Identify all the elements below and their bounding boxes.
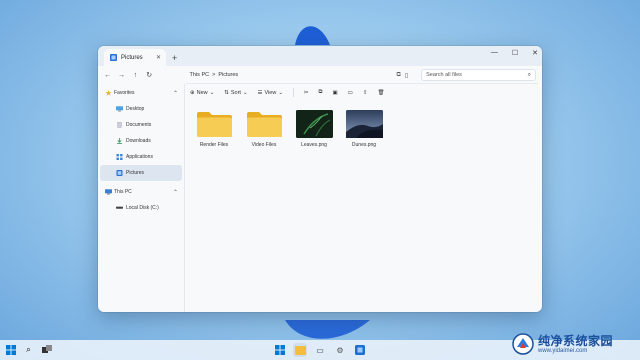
- watermark-title: 纯净系统家园: [538, 333, 614, 348]
- documents-icon: [117, 122, 122, 128]
- dunes-thumbnail: [345, 110, 383, 138]
- file-name: Leaves.png: [301, 142, 327, 148]
- command-bar: ⊕ New ⌄ ⇅ Sort ⌄ ☰ View ⌄ ✂ ⧉ ▣ ▭ ⇪ 🗑: [186, 83, 538, 101]
- new-icon: ⊕: [190, 89, 195, 96]
- maximize-button[interactable]: ☐: [512, 49, 518, 57]
- sidebar-item-label: Downloads: [126, 138, 151, 144]
- tab-label: Pictures: [121, 54, 143, 61]
- rename-icon[interactable]: ▭: [348, 90, 353, 96]
- copy-icon[interactable]: ⧉: [319, 89, 323, 96]
- view-label: View: [264, 89, 277, 96]
- sidebar-item-label: Desktop: [126, 106, 145, 112]
- sidebar-item-pictures[interactable]: Pictures: [100, 165, 182, 181]
- sidebar-item-local-disk[interactable]: Local Disk (C:): [98, 200, 184, 216]
- details-pane-icon[interactable]: ▯: [405, 72, 408, 79]
- sidebar-group-this-pc[interactable]: This PC ⌃: [98, 184, 184, 200]
- search-placeholder: Search all files: [426, 72, 462, 78]
- watermark-url: www.yidaimei.com: [538, 347, 588, 354]
- download-icon: [117, 138, 122, 144]
- sort-label: Sort: [230, 89, 241, 96]
- file-grid: Render Files Video Files Leaves.png Dune…: [190, 110, 542, 312]
- sidebar-divider: [184, 84, 185, 312]
- close-button[interactable]: ✕: [532, 49, 538, 57]
- chevron-up-icon[interactable]: ⌃: [173, 90, 178, 97]
- taskbar-windows-icon[interactable]: [273, 343, 287, 357]
- sidebar-item-label: Applications: [126, 154, 153, 160]
- sidebar-item-documents[interactable]: Documents: [98, 117, 184, 133]
- divider: [292, 88, 294, 97]
- new-button[interactable]: ⊕ New ⌄: [190, 90, 214, 96]
- up-button[interactable]: ↑: [132, 72, 139, 79]
- folder-icon: [246, 112, 282, 137]
- leaves-thumbnail: [295, 110, 333, 138]
- title-bar: Pictures ✕ + — ☐ ✕: [98, 46, 542, 66]
- new-tab-button[interactable]: +: [172, 53, 177, 63]
- task-view-icon[interactable]: [42, 345, 52, 355]
- paste-icon[interactable]: ▣: [332, 90, 337, 96]
- share-icon[interactable]: ⇪: [363, 90, 368, 96]
- sidebar-item-desktop[interactable]: Desktop: [98, 101, 184, 117]
- view-button[interactable]: ☰ View ⌄: [258, 90, 283, 96]
- file-item[interactable]: Leaves.png: [294, 110, 334, 312]
- sidebar-group-favorites[interactable]: Favorites ⌃: [98, 85, 184, 101]
- refresh-button[interactable]: ↻: [146, 71, 153, 79]
- file-name: Render Files: [199, 142, 229, 148]
- sidebar-item-label: Pictures: [126, 170, 145, 176]
- new-label: New: [196, 89, 208, 96]
- taskbar-search-icon[interactable]: ⌕: [26, 344, 31, 355]
- pictures-icon: [110, 54, 117, 61]
- file-name: Dunes.png: [351, 142, 377, 148]
- pc-icon: [105, 189, 112, 195]
- sidebar: Favorites ⌃ Desktop Documents Downloads …: [98, 84, 184, 312]
- sidebar-item-applications[interactable]: Applications: [98, 149, 184, 165]
- desktop-icon: [116, 106, 123, 112]
- back-button[interactable]: ←: [104, 72, 111, 79]
- breadcrumb-this-pc[interactable]: This PC: [190, 72, 210, 78]
- cut-icon[interactable]: ✂: [304, 90, 309, 96]
- watermark: 纯净系统家园 www.yidaimei.com: [512, 331, 634, 357]
- breadcrumb-separator: >: [212, 72, 216, 78]
- taskbar: ⌕ ▭ ⚙ 纯净系统家园 www.yidaimei.com: [0, 333, 640, 360]
- folder-icon: [196, 112, 232, 137]
- file-explorer-window: Pictures ✕ + — ☐ ✕ ← → ↑ ↻ This PC > Pic…: [98, 46, 542, 312]
- sidebar-group-label: This PC: [114, 189, 132, 195]
- pictures-icon: [116, 170, 123, 176]
- sort-icon: ⇅: [224, 89, 229, 96]
- tab-pictures[interactable]: Pictures ✕: [104, 49, 166, 66]
- sidebar-group-label: Favorites: [114, 90, 135, 96]
- file-item[interactable]: Dunes.png: [344, 110, 384, 312]
- search-icon: ⌕: [527, 71, 531, 78]
- taskbar-explorer-icon[interactable]: [293, 343, 307, 357]
- file-item[interactable]: Video Files: [244, 110, 284, 312]
- minimize-button[interactable]: —: [491, 49, 498, 57]
- chevron-down-icon: ⌄: [278, 89, 283, 96]
- address-row: ← → ↑ ↻ This PC > Pictures ⧉ ▯ Search al…: [98, 66, 542, 84]
- disk-icon: [116, 206, 123, 209]
- delete-icon[interactable]: 🗑: [377, 90, 384, 96]
- sort-button[interactable]: ⇅ Sort ⌄: [224, 90, 247, 96]
- search-input[interactable]: Search all files ⌕: [421, 69, 536, 81]
- sidebar-item-label: Documents: [126, 122, 152, 128]
- apps-icon: [116, 154, 123, 160]
- copy-path-icon[interactable]: ⧉: [397, 72, 401, 79]
- file-item[interactable]: Render Files: [194, 110, 234, 312]
- taskbar-chat-icon[interactable]: ▭: [313, 343, 327, 357]
- taskbar-settings-icon[interactable]: ⚙: [333, 343, 347, 357]
- sidebar-item-downloads[interactable]: Downloads: [98, 133, 184, 149]
- chevron-down-icon: ⌄: [209, 89, 215, 96]
- start-button[interactable]: [6, 345, 16, 355]
- breadcrumb-pictures[interactable]: Pictures: [218, 72, 238, 78]
- chevron-down-icon: ⌄: [242, 89, 248, 96]
- watermark-logo-icon: [512, 333, 534, 355]
- file-name: Video Files: [251, 142, 277, 148]
- taskbar-store-icon[interactable]: [353, 343, 367, 357]
- star-icon: [105, 90, 112, 96]
- sidebar-item-label: Local Disk (C:): [126, 205, 159, 211]
- chevron-up-icon[interactable]: ⌃: [173, 189, 178, 196]
- forward-button[interactable]: →: [118, 72, 125, 79]
- view-icon: ☰: [257, 89, 263, 96]
- close-tab-icon[interactable]: ✕: [156, 54, 161, 61]
- breadcrumb[interactable]: This PC > Pictures: [190, 69, 390, 81]
